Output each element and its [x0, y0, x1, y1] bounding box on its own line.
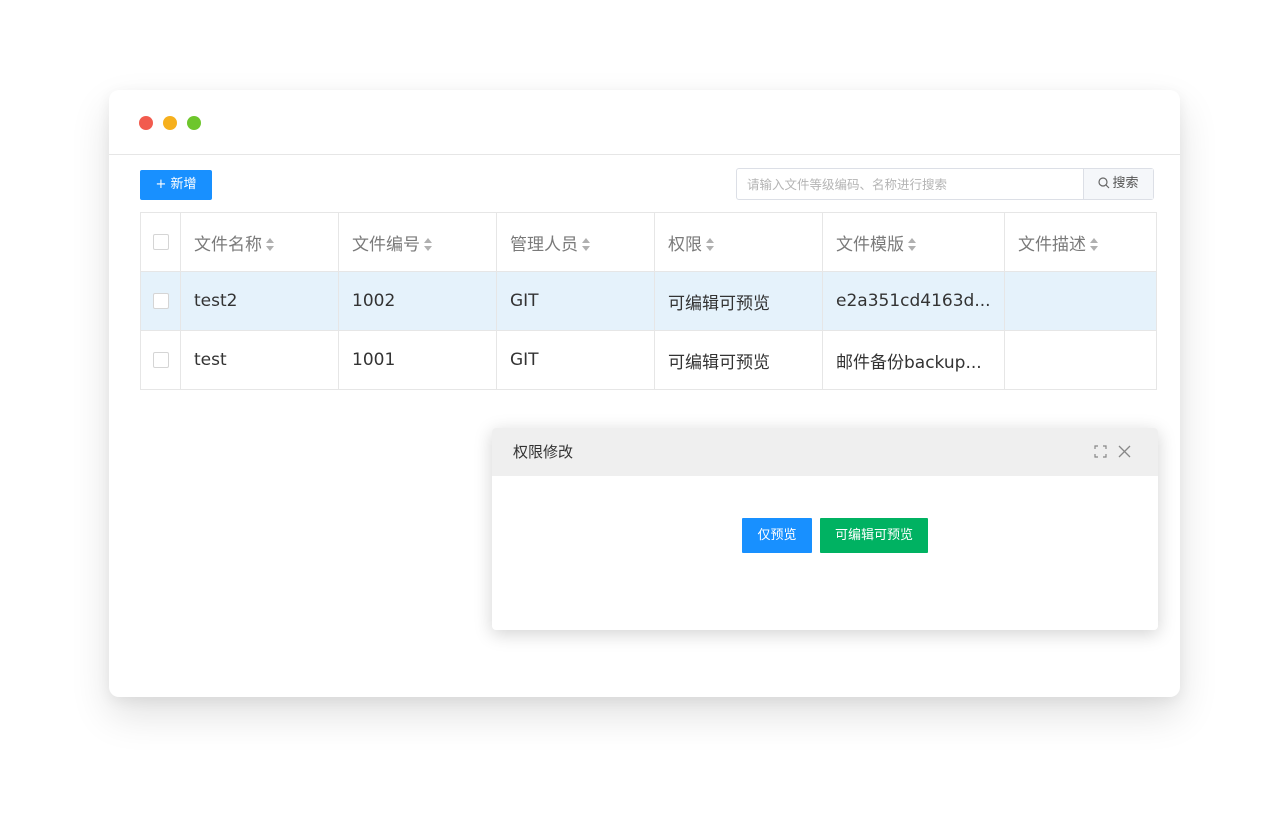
close-window-button[interactable] [139, 116, 153, 130]
search-icon [1098, 177, 1110, 189]
cell-name: test2 [180, 271, 339, 331]
sort-icon[interactable] [424, 238, 432, 251]
column-header-template[interactable]: 文件模版 [822, 212, 1005, 272]
table-row[interactable]: test2 1002 GIT 可编辑可预览 e2a351cd4163d... [140, 271, 1157, 331]
minimize-window-button[interactable] [163, 116, 177, 130]
table-header-row: 文件名称 文件编号 管理人员 权限 文件模版 文件描述 [140, 212, 1157, 272]
sort-icon[interactable] [908, 238, 916, 251]
preview-only-button[interactable]: 仅预览 [742, 518, 812, 553]
cell-manager: GIT [496, 271, 655, 331]
select-all-checkbox[interactable] [152, 234, 169, 250]
edit-preview-button[interactable]: 可编辑可预览 [820, 518, 928, 553]
cell-number: 1001 [338, 330, 497, 390]
row-checkbox[interactable] [152, 352, 169, 368]
file-table: 文件名称 文件编号 管理人员 权限 文件模版 文件描述 test2 1002 G… [140, 212, 1157, 390]
row-checkbox[interactable] [152, 293, 169, 309]
search-button-label: 搜索 [1112, 176, 1139, 191]
row-checkbox-cell [140, 330, 181, 390]
cell-description [1004, 330, 1157, 390]
cell-manager: GIT [496, 330, 655, 390]
column-header-name[interactable]: 文件名称 [180, 212, 339, 272]
table-row[interactable]: test 1001 GIT 可编辑可预览 邮件备份backup... [140, 330, 1157, 390]
cell-permission: 可编辑可预览 [654, 330, 823, 390]
permission-modal: 权限修改 仅预览 可编辑可预览 [492, 428, 1158, 630]
search-input[interactable] [737, 169, 1085, 199]
cell-template: 邮件备份backup... [822, 330, 1005, 390]
search-button[interactable]: 搜索 [1083, 169, 1153, 199]
modal-header: 权限修改 [492, 428, 1158, 476]
cell-name: test [180, 330, 339, 390]
title-bar [109, 90, 1180, 155]
sort-icon[interactable] [1090, 238, 1098, 251]
maximize-window-button[interactable] [187, 116, 201, 130]
column-header-permission[interactable]: 权限 [654, 212, 823, 272]
cell-permission: 可编辑可预览 [654, 271, 823, 331]
search-box: 搜索 [736, 168, 1154, 200]
column-header-manager[interactable]: 管理人员 [496, 212, 655, 272]
close-icon[interactable] [1118, 445, 1131, 458]
cell-description [1004, 271, 1157, 331]
cell-template: e2a351cd4163d... [822, 271, 1005, 331]
row-checkbox-cell [140, 271, 181, 331]
sort-icon[interactable] [582, 238, 590, 251]
sort-icon[interactable] [266, 238, 274, 251]
maximize-icon[interactable] [1094, 445, 1107, 458]
cell-number: 1002 [338, 271, 497, 331]
select-all-cell [140, 212, 181, 272]
column-header-number[interactable]: 文件编号 [338, 212, 497, 272]
sort-icon[interactable] [706, 238, 714, 251]
column-header-description[interactable]: 文件描述 [1004, 212, 1157, 272]
add-button[interactable]: + 新增 [140, 170, 212, 200]
modal-title: 权限修改 [513, 443, 574, 461]
